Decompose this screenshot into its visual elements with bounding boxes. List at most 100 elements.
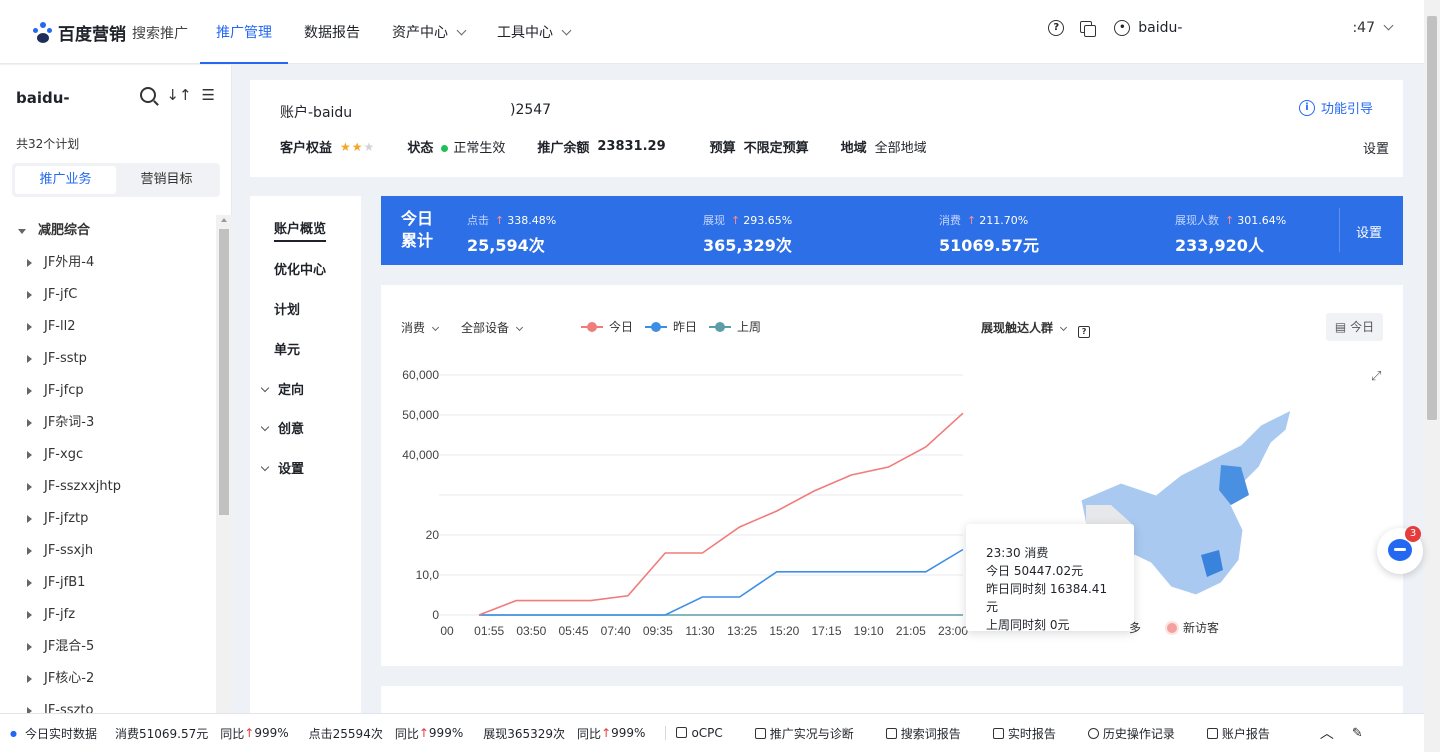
tree-root-plan-group[interactable]: 减肥综合 [0,215,216,247]
tree-item-label: JF-jfztp [44,511,89,526]
tree-item-plan[interactable]: JF核心-2 [0,663,216,695]
x-tick-label: 01:55 [474,624,504,638]
bottom-link-0[interactable]: oCPC [676,726,723,740]
equity-stars[interactable]: ★★★ [340,140,375,154]
collapsed-triangle-icon[interactable] [27,547,32,555]
collapsed-triangle-icon[interactable] [27,483,32,491]
map-legend-new-visitor[interactable]: 新访客 [1183,619,1219,636]
tree-item-plan[interactable]: JF外用-4 [0,247,216,279]
stat-metric[interactable]: 展现 ↑ 293.65% 365,329次 [703,212,792,256]
tree-item-plan[interactable]: JF-jfcp [0,375,216,407]
page-scrollbar[interactable] [1424,0,1440,752]
legend-item[interactable]: 今日 [581,318,633,335]
sidebar-account-name[interactable]: baidu- [16,89,70,107]
bottom-link-2[interactable]: 搜索词报告 [885,725,961,742]
product-name: 搜索推广 [132,25,188,42]
sidebar-tab-0[interactable]: 推广业务 [15,166,116,194]
tree-scrollbar[interactable] [216,215,232,713]
x-tick-label: 21:05 [896,624,926,638]
copy-icon[interactable] [1080,21,1097,37]
metric-select[interactable]: 消费 [401,319,440,336]
tree-item-plan[interactable]: JF-jfB1 [0,567,216,599]
tree-scrollbar-thumb[interactable] [219,229,229,515]
menu-item-1[interactable]: 优化中心 [274,259,326,278]
device-select[interactable]: 全部设备 [461,319,524,336]
legend-item[interactable]: 昨日 [645,318,697,335]
metric-select-value: 消费 [401,321,426,335]
bottom-link-1[interactable]: 推广实况与诊断 [754,725,854,742]
collapsed-triangle-icon[interactable] [27,451,32,459]
stat-metric[interactable]: 消费 ↑ 211.70% 51069.57元 [939,212,1039,256]
collapsed-triangle-icon[interactable] [27,291,32,299]
tree-item-plan[interactable]: JF混合-5 [0,631,216,663]
tree-item-plan[interactable]: JF-sszxxjhtp [0,471,216,503]
collapse-up-icon[interactable]: ︿ [1320,723,1334,743]
nav-item-3[interactable]: 工具中心 [481,0,586,64]
tree-item-plan[interactable]: JF杂词-3 [0,407,216,439]
date-picker-button[interactable]: ▤ 今日 [1326,313,1383,341]
tree-item-plan[interactable]: JF-sstp [0,343,216,375]
collapsed-triangle-icon[interactable] [27,323,32,331]
tree-item-plan[interactable]: JF-jfztp [0,503,216,535]
feature-guide-link[interactable]: i 功能引导 [1298,98,1373,117]
stats-setting-button[interactable]: 设置 [1356,222,1382,241]
nav-item-0[interactable]: 推广管理 [200,0,288,64]
collapsed-triangle-icon[interactable] [27,675,32,683]
legend-label: 昨日 [673,320,698,334]
bottom-link-5[interactable]: 账户报告 [1206,725,1270,742]
collapsed-triangle-icon[interactable] [27,579,32,587]
chevron-down-icon [456,25,467,36]
account-setting-button[interactable]: 设置 [1363,138,1389,157]
stat-value: 51069.57元 [939,236,1040,255]
stat-metric[interactable]: 展现人数 ↑ 301.64% 233,920人 [1175,212,1286,256]
page-scrollbar-thumb[interactable] [1427,16,1437,420]
search-icon[interactable] [140,87,157,103]
tree-item-plan[interactable]: JF-xgc [0,439,216,471]
bottom-link-4[interactable]: 历史操作记录 [1087,725,1175,742]
collapsed-triangle-icon[interactable] [27,643,32,651]
tree-item-plan[interactable]: JF-jfC [0,279,216,311]
tree-item-plan[interactable]: JF-ll2 [0,311,216,343]
legend-line-icon [709,321,732,332]
stat-value: 25,594次 [467,236,545,255]
account-switcher[interactable]: :47 [1352,20,1394,36]
expand-triangle-icon[interactable] [18,229,26,234]
username[interactable]: baidu- [1138,20,1182,36]
collapsed-triangle-icon[interactable] [27,515,32,523]
sidebar-tab-1[interactable]: 营销目标 [116,166,217,194]
menu-item-6[interactable]: 设置 [260,458,304,477]
customer-service-chat-button[interactable]: 3 [1377,526,1423,574]
trend-line-chart[interactable]: 60,000 50,000 40,000 20 10,0 000 01:55 03:50 05:… [381,355,1403,645]
budget-value[interactable]: 不限定预算 [744,137,809,156]
menu-item-2[interactable]: 计划 [274,299,300,318]
edit-icon[interactable]: ✎ [1352,726,1363,741]
collapsed-triangle-icon[interactable] [27,355,32,363]
tree-item-plan[interactable]: JF-jfz [0,599,216,631]
help-icon[interactable]: ? [1078,326,1091,338]
collapsed-triangle-icon[interactable] [27,259,32,267]
tree-item-plan[interactable]: JF-sszto [0,695,216,713]
collapsed-triangle-icon[interactable] [27,611,32,619]
scroll-up-icon[interactable] [221,218,227,222]
list-filter-icon[interactable]: ☰ [202,87,215,103]
tree-item-plan[interactable]: JF-ssxjh [0,535,216,567]
bottom-link-3[interactable]: 实时报告 [992,725,1056,742]
map-legend-more[interactable]: 多 [1129,619,1141,636]
menu-item-0[interactable]: 账户概览 [274,218,327,242]
collapsed-triangle-icon[interactable] [27,387,32,395]
menu-item-5[interactable]: 创意 [260,418,304,437]
menu-item-4[interactable]: 定向 [260,379,304,398]
stat-metric[interactable]: 点击 ↑ 338.48% 25,594次 [467,212,556,256]
region-value[interactable]: 全部地域 [875,137,927,156]
legend-item[interactable]: 上周 [709,318,761,335]
menu-item-3[interactable]: 单元 [274,339,300,358]
user-icon[interactable]: • [1114,20,1131,36]
region-metric-select[interactable]: 展现触达人群? [981,319,1091,338]
nav-item-2[interactable]: 资产中心 [376,0,481,64]
collapsed-triangle-icon[interactable] [27,419,32,427]
nav-item-1[interactable]: 数据报告 [288,0,376,64]
stat-change: ↑ 338.48% [495,214,556,227]
brand-logo[interactable]: 百度营销 搜索推广 [32,20,188,45]
sort-icon[interactable]: ↓↑ [166,87,191,103]
question-circle-icon[interactable]: ? [1048,20,1065,36]
